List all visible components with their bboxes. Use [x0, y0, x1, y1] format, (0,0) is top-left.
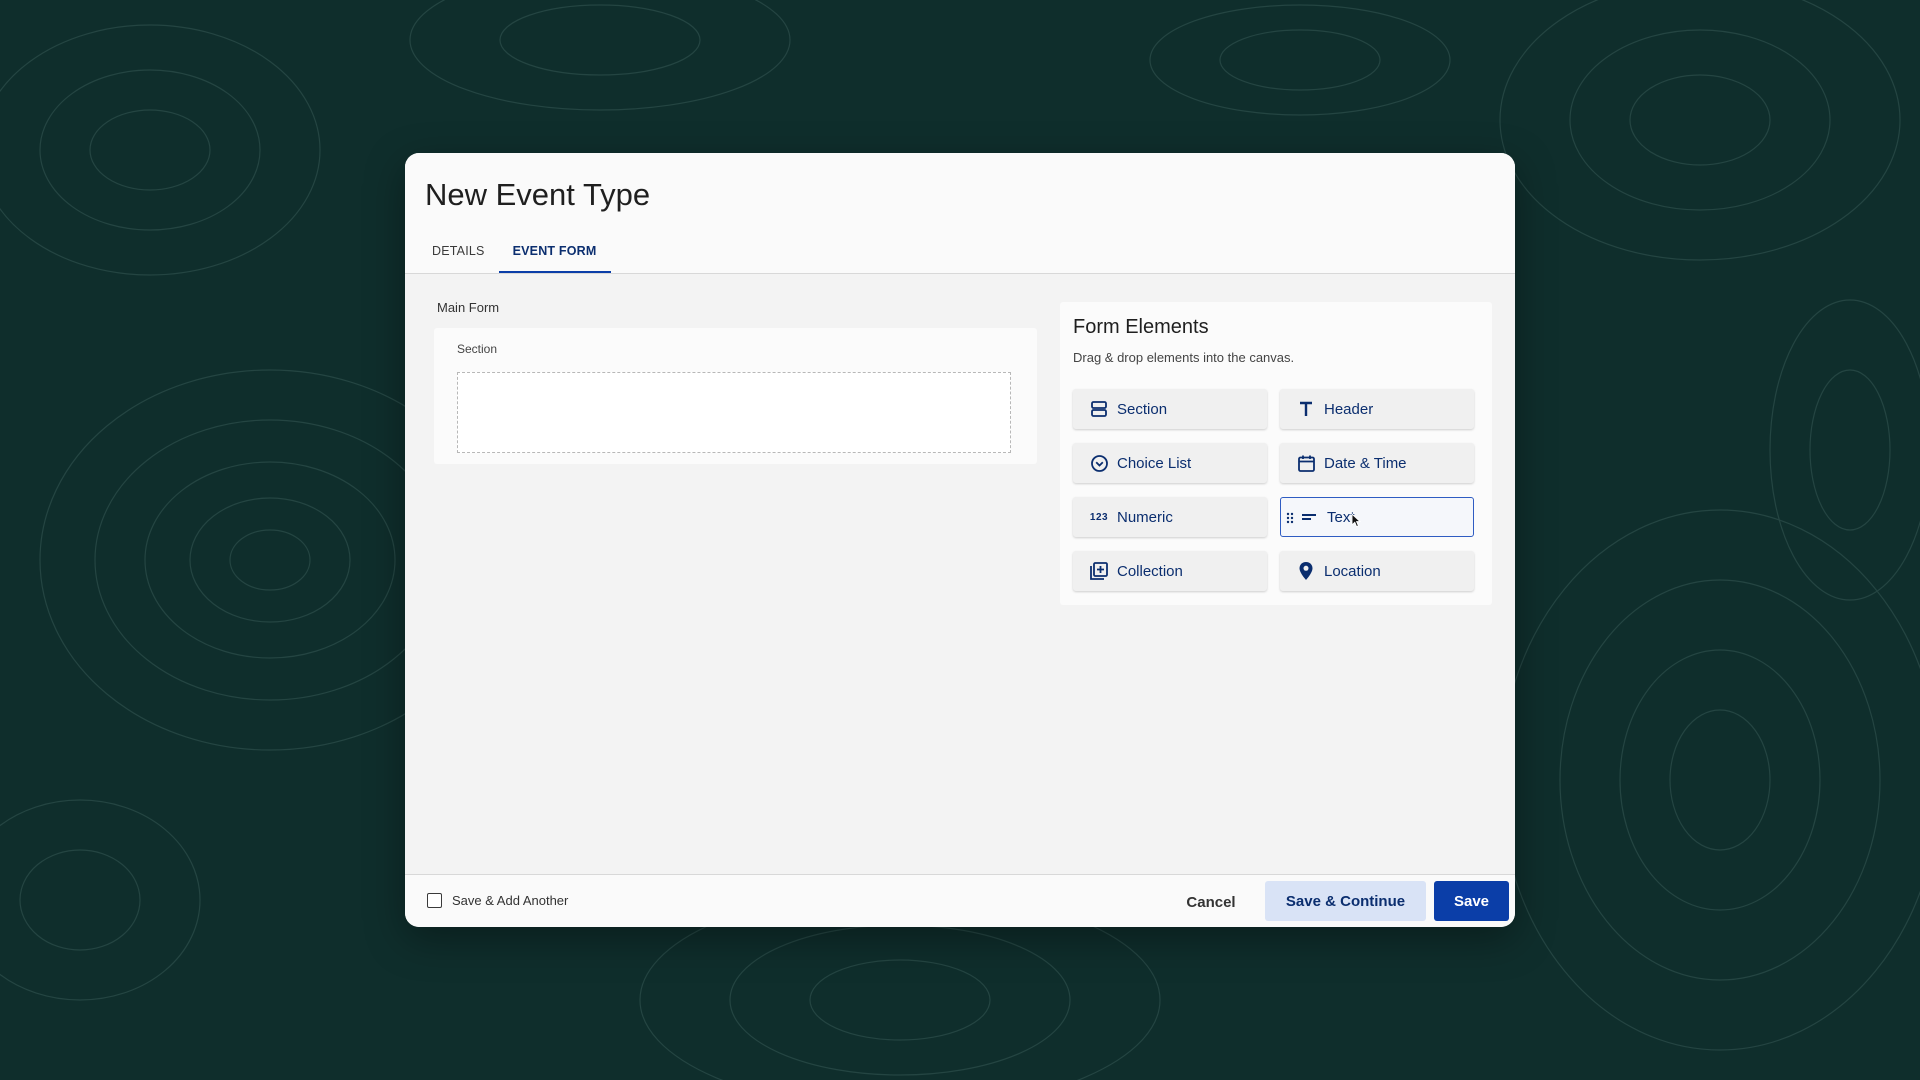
form-elements-panel: Form Elements Drag & drop elements into …	[1060, 302, 1492, 605]
tab-details[interactable]: DETAILS	[418, 231, 499, 273]
save-add-another-label: Save & Add Another	[452, 893, 569, 908]
drag-handle-icon[interactable]	[1286, 511, 1294, 528]
element-text-button[interactable]: Text	[1280, 497, 1474, 537]
form-section-card[interactable]: Section	[434, 328, 1037, 464]
element-location-button[interactable]: Location	[1280, 551, 1474, 591]
dialog-footer: Save & Add Another Cancel Save & Continu…	[405, 874, 1515, 927]
element-label: Choice List	[1117, 454, 1192, 472]
element-label: Section	[1117, 400, 1168, 418]
element-label: Date & Time	[1324, 454, 1407, 472]
mouse-cursor-icon	[1351, 513, 1361, 528]
text-icon	[1299, 507, 1319, 527]
save-button[interactable]: Save	[1434, 881, 1509, 921]
tab-bar: DETAILS EVENT FORM	[418, 231, 611, 273]
section-icon	[1089, 399, 1109, 419]
dialog-title: New Event Type	[425, 177, 651, 212]
dialog-body: Main Form Section Form Elements Drag & d…	[405, 274, 1515, 854]
element-label: Location	[1324, 562, 1381, 580]
save-add-another-checkbox[interactable]	[427, 893, 442, 908]
element-label: Collection	[1117, 562, 1183, 580]
element-header-button[interactable]: Header	[1280, 389, 1474, 429]
dialog-header: New Event Type DETAILS EVENT FORM	[405, 153, 1515, 274]
element-label: Header	[1324, 400, 1374, 418]
tab-event-form[interactable]: EVENT FORM	[498, 231, 611, 273]
element-collection-button[interactable]: Collection	[1073, 551, 1267, 591]
save-and-continue-button[interactable]: Save & Continue	[1265, 881, 1426, 921]
element-numeric-button[interactable]: 123 Numeric	[1073, 497, 1267, 537]
main-form-label: Main Form	[437, 300, 500, 315]
element-choice-list-button[interactable]: Choice List	[1073, 443, 1267, 483]
element-date-time-button[interactable]: Date & Time	[1280, 443, 1474, 483]
calendar-icon	[1296, 453, 1316, 473]
new-event-type-dialog: New Event Type DETAILS EVENT FORM Main F…	[405, 153, 1515, 927]
section-label: Section	[457, 342, 498, 356]
form-elements-grid: Section Header Choice List Date & Time 1…	[1073, 389, 1474, 591]
element-section-button[interactable]: Section	[1073, 389, 1267, 429]
form-elements-title: Form Elements	[1073, 316, 1209, 338]
choice-list-icon	[1089, 453, 1109, 473]
save-add-another-toggle[interactable]: Save & Add Another	[427, 893, 568, 908]
element-label: Numeric	[1117, 508, 1173, 526]
section-drop-zone[interactable]	[457, 372, 1011, 453]
numeric-glyph: 123	[1089, 511, 1109, 523]
location-pin-icon	[1296, 561, 1316, 581]
header-icon	[1296, 399, 1316, 419]
cancel-button[interactable]: Cancel	[1165, 884, 1257, 920]
numeric-icon: 123	[1089, 507, 1109, 527]
form-elements-subtitle: Drag & drop elements into the canvas.	[1073, 350, 1295, 365]
collection-icon	[1089, 561, 1109, 581]
